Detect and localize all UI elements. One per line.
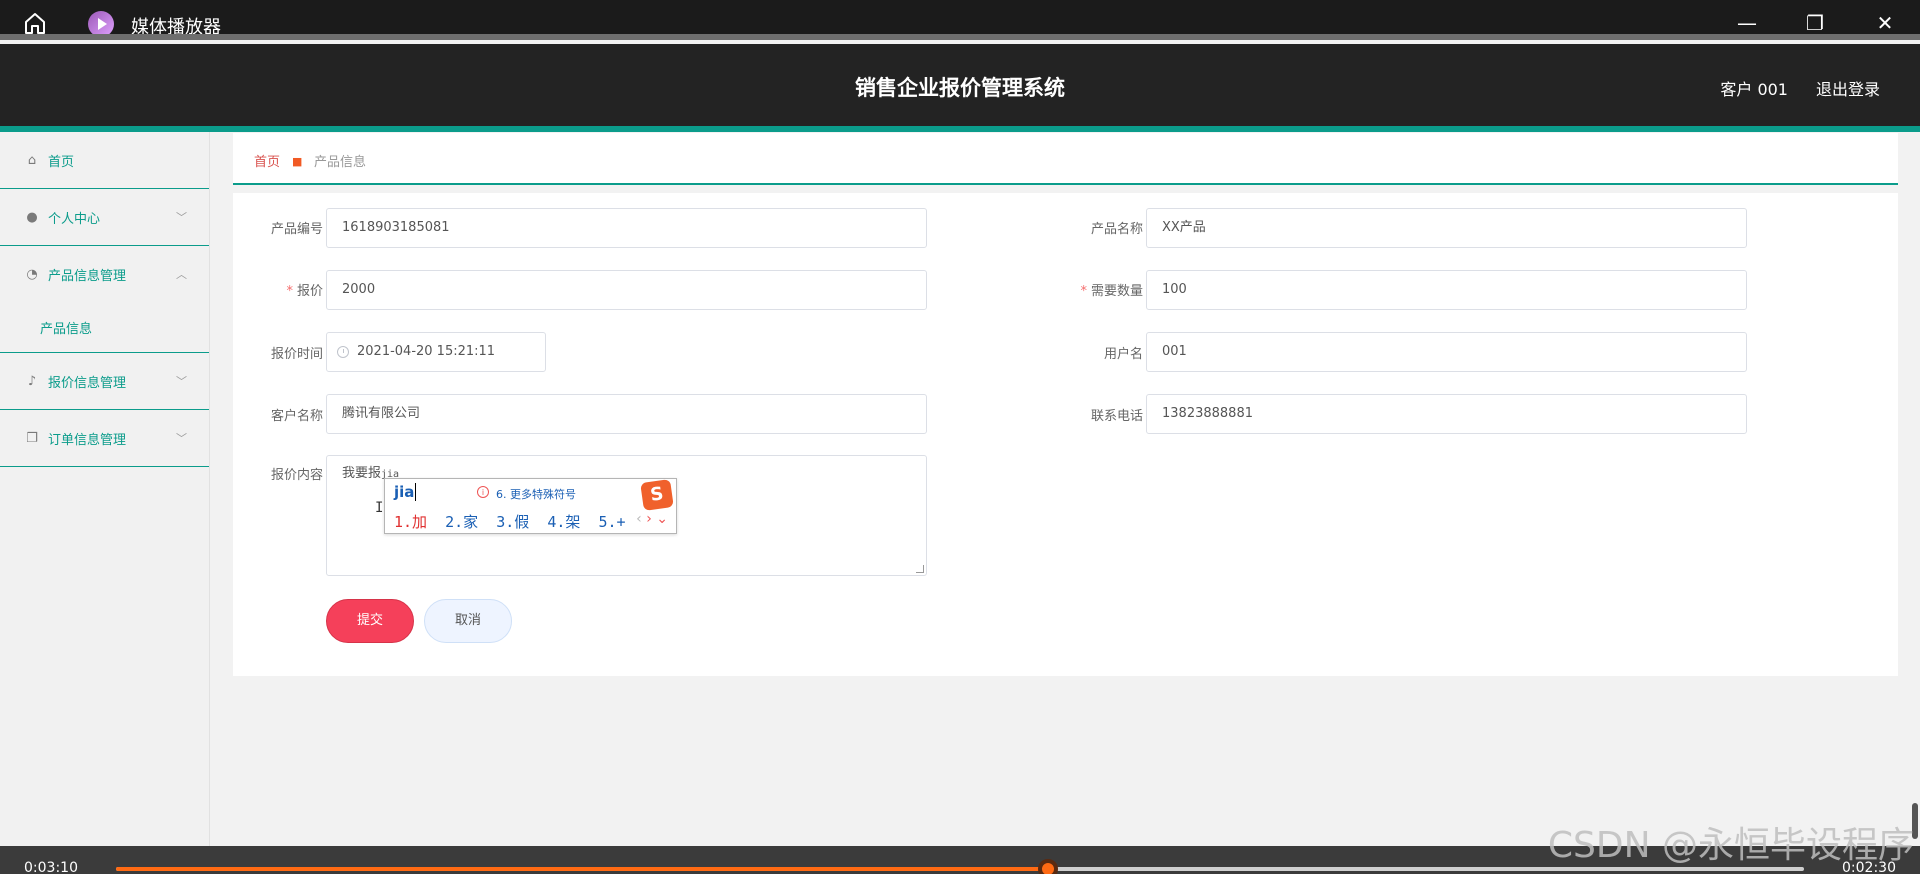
watermark: CSDN @永恒毕设程序 <box>1547 825 1914 866</box>
product-no-input[interactable]: 1618903185081 <box>326 208 927 248</box>
chevron-down-icon[interactable]: ⌄ <box>656 511 668 527</box>
sidebar-subitem-product-info[interactable]: 产品信息 <box>0 303 209 353</box>
submit-button[interactable]: 提交 <box>326 599 414 643</box>
quantity-input[interactable]: 100 <box>1146 270 1747 310</box>
sidebar-item-label: 首页 <box>48 154 75 170</box>
content-label: 报价内容 <box>270 468 323 483</box>
chevron-down-icon: ﹀ <box>176 375 187 388</box>
quantity-label: * 需要数量 <box>1080 284 1143 299</box>
sidebar-item-product-management[interactable]: ◔ 产品信息管理 ︿ <box>0 246 209 303</box>
sidebar-item-label: 产品信息管理 <box>48 269 127 284</box>
ime-candidate[interactable]: 2.家 <box>445 513 478 531</box>
chevron-up-icon: ︿ <box>176 268 187 281</box>
ime-pinyin: jia <box>394 483 417 501</box>
dashboard-icon: ◔ <box>26 267 38 282</box>
chevron-down-icon: ﹀ <box>176 432 187 445</box>
ime-candidate-popup[interactable]: jia i 6. 更多特殊符号 S 1.加 2.家 3.假 4.架 5.+ ‹ … <box>384 478 677 534</box>
ime-hint[interactable]: 6. 更多特殊符号 <box>496 486 576 502</box>
customer-name-input[interactable]: 腾讯有限公司 <box>326 394 927 434</box>
divider <box>0 34 1920 40</box>
close-icon[interactable]: ✕ <box>1870 10 1900 36</box>
quote-time-label: 报价时间 <box>270 347 323 362</box>
chevron-right-icon[interactable]: › <box>646 511 652 527</box>
quote-input[interactable]: 2000 <box>326 270 927 310</box>
user-label[interactable]: 客户 001 <box>1720 76 1788 100</box>
sidebar-item-personal-center[interactable]: ● 个人中心 ﹀ <box>0 189 209 246</box>
sidebar-item-home[interactable]: ⌂ 首页 <box>0 132 209 189</box>
info-icon: i <box>477 486 489 498</box>
mic-icon: ♪ <box>27 373 37 389</box>
system-title: 销售企业报价管理系统 <box>855 76 1065 100</box>
product-no-label: 产品编号 <box>270 222 323 237</box>
sidebar-item-label: 订单信息管理 <box>48 432 127 448</box>
ime-candidates: 1.加 2.家 3.假 4.架 5.+ <box>394 511 626 532</box>
sidebar-item-label: 个人中心 <box>48 211 101 227</box>
product-name-label: 产品名称 <box>1090 222 1143 237</box>
logout-link[interactable]: 退出登录 <box>1816 76 1880 100</box>
header-accent-strip <box>0 126 1920 132</box>
user-icon: ● <box>26 209 38 225</box>
quote-label: * 报价 <box>286 284 323 299</box>
cart-icon: ■ <box>292 154 303 168</box>
product-name-input[interactable]: XX产品 <box>1146 208 1747 248</box>
copy-icon: ❐ <box>26 430 38 446</box>
time-elapsed: 0:03:10 <box>24 860 78 874</box>
clock-icon <box>337 346 349 358</box>
seek-bar-fill <box>116 867 1048 871</box>
customer-name-label: 客户名称 <box>270 409 323 424</box>
app-header: 销售企业报价管理系统 客户 001 退出登录 <box>0 44 1920 126</box>
seek-handle[interactable] <box>1037 859 1058 874</box>
sidebar-item-label: 产品信息 <box>40 322 93 337</box>
sidebar-item-order-management[interactable]: ❐ 订单信息管理 ﹀ <box>0 410 209 467</box>
chevron-down-icon: ﹀ <box>176 211 187 224</box>
username-label: 用户名 <box>1103 347 1143 362</box>
phone-label: 联系电话 <box>1090 409 1143 424</box>
ime-candidate[interactable]: 5.+ <box>599 513 626 531</box>
username-input[interactable]: 001 <box>1146 332 1747 372</box>
sidebar-item-quote-management[interactable]: ♪ 报价信息管理 ﹀ <box>0 353 209 410</box>
player-title-bar: 媒体播放器 — ❐ ✕ <box>0 0 1920 40</box>
ime-candidate[interactable]: 3.假 <box>496 513 529 531</box>
phone-input[interactable]: 13823888881 <box>1146 394 1747 434</box>
cancel-button[interactable]: 取消 <box>424 599 512 643</box>
quote-time-value: 2021-04-20 15:21:11 <box>357 344 496 359</box>
ime-page-nav: ‹ › ⌄ <box>636 511 668 527</box>
breadcrumb-panel: 首页 ■ 产品信息 <box>233 133 1898 185</box>
minimize-icon[interactable]: — <box>1732 10 1762 36</box>
resize-handle[interactable] <box>916 565 924 573</box>
home-icon: ⌂ <box>27 152 37 168</box>
sidebar-item-label: 报价信息管理 <box>48 375 127 391</box>
home-icon[interactable] <box>22 10 48 36</box>
content-text: 我要报 <box>342 466 382 481</box>
sidebar: ⌂ 首页 ● 个人中心 ﹀ ◔ 产品信息管理 ︿ 产品信息 ♪ 报价信息管理 ﹀… <box>0 132 210 846</box>
breadcrumb-home-link[interactable]: 首页 <box>254 151 280 170</box>
product-form: 产品编号 1618903185081 产品名称 XX产品 * 报价 2000 * 需… <box>233 193 1898 676</box>
ime-candidate[interactable]: 1.加 <box>394 513 427 531</box>
sogou-logo-icon: S <box>640 479 674 511</box>
breadcrumb: 首页 ■ 产品信息 <box>254 151 367 171</box>
chevron-left-icon[interactable]: ‹ <box>636 511 642 527</box>
quote-time-picker[interactable]: 2021-04-20 15:21:11 <box>326 332 546 372</box>
restore-icon[interactable]: ❐ <box>1800 10 1830 36</box>
breadcrumb-current: 产品信息 <box>314 155 367 170</box>
text-cursor-icon: I <box>375 500 384 516</box>
ime-candidate[interactable]: 4.架 <box>547 513 580 531</box>
